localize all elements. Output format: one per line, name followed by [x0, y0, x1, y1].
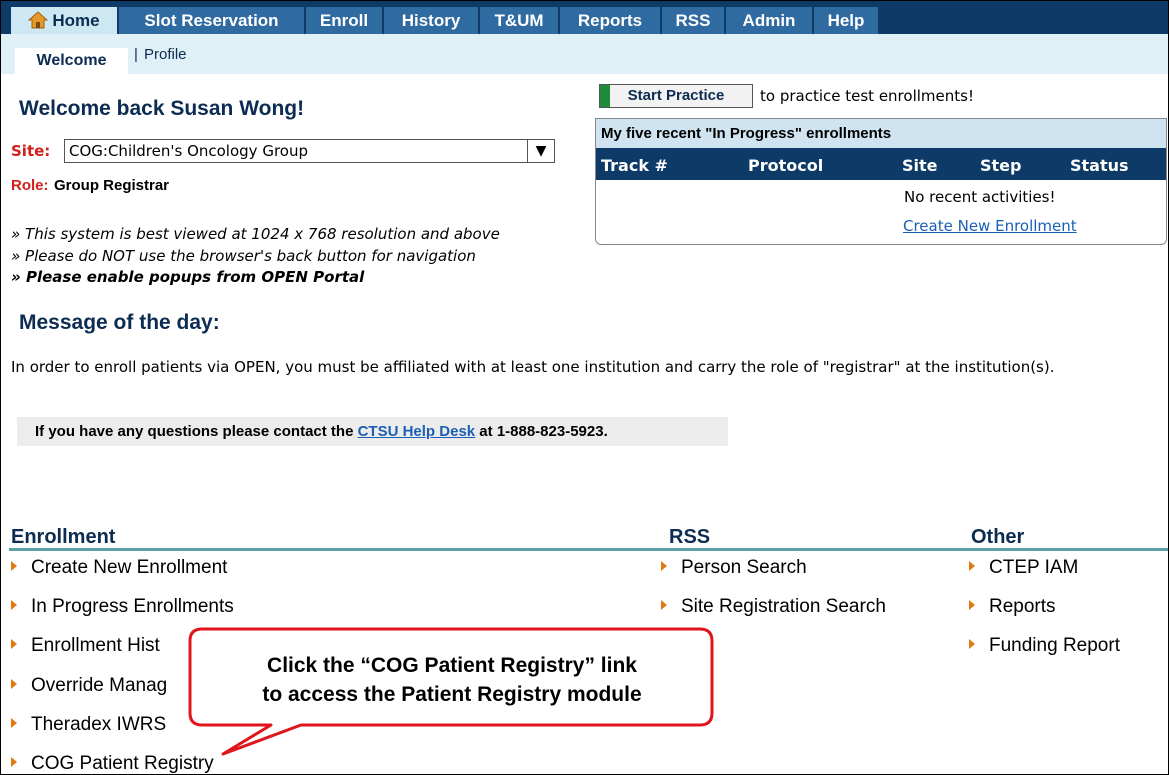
- link-enrollment-history[interactable]: Enrollment Hist: [11, 635, 160, 657]
- link-create-new-enrollment[interactable]: Create New Enrollment: [11, 557, 227, 579]
- subtab-profile[interactable]: Profile: [144, 46, 187, 63]
- motd-heading: Message of the day:: [19, 311, 220, 334]
- link-in-progress-enrollments[interactable]: In Progress Enrollments: [11, 596, 234, 618]
- recent-enrollments-title: My five recent "In Progress" enrollments: [596, 119, 1166, 148]
- column-track: Track #: [601, 156, 668, 175]
- recent-enrollments-header: Track # Protocol Site Step Status: [596, 148, 1166, 180]
- callout-line-1: Click the “COG Patient Registry” link: [267, 654, 637, 677]
- welcome-heading: Welcome back Susan Wong!: [19, 97, 305, 120]
- link-ctep-iam[interactable]: CTEP IAM: [969, 557, 1078, 579]
- bullet-icon: [11, 600, 17, 610]
- tab-admin[interactable]: Admin: [726, 7, 812, 34]
- bullet-icon: [969, 600, 975, 610]
- subtab-welcome[interactable]: Welcome: [15, 48, 128, 74]
- start-practice-button[interactable]: Start Practice: [599, 84, 753, 108]
- create-new-enrollment-link[interactable]: Create New Enrollment: [903, 217, 1077, 235]
- site-select-value: COG:Children's Oncology Group: [69, 142, 308, 160]
- link-cog-patient-registry[interactable]: COG Patient Registry: [11, 753, 214, 774]
- recent-enrollments-panel: My five recent "In Progress" enrollments…: [595, 118, 1167, 245]
- practice-description: to practice test enrollments!: [760, 87, 974, 105]
- note-resolution: » This system is best viewed at 1024 x 7…: [11, 225, 500, 243]
- link-site-registration-search[interactable]: Site Registration Search: [661, 596, 886, 618]
- tab-tum[interactable]: T&UM: [480, 7, 558, 34]
- link-reports[interactable]: Reports: [969, 596, 1056, 618]
- column-step: Step: [980, 156, 1022, 175]
- sub-navigation: Welcome | Profile: [1, 34, 1168, 74]
- bullet-icon: [661, 561, 667, 571]
- tab-rss[interactable]: RSS: [662, 7, 724, 34]
- section-title-enrollment: Enrollment: [11, 526, 116, 548]
- page-frame: Home Slot Reservation Enroll History T&U…: [0, 0, 1169, 775]
- link-override-management[interactable]: Override Manag: [11, 675, 167, 697]
- section-divider: [9, 548, 1168, 551]
- column-protocol: Protocol: [748, 156, 824, 175]
- column-status: Status: [1070, 156, 1129, 175]
- motd-body: In order to enroll patients via OPEN, yo…: [11, 358, 1055, 376]
- bullet-icon: [11, 679, 17, 689]
- bullet-icon: [661, 600, 667, 610]
- bullet-icon: [11, 639, 17, 649]
- top-navigation: Home Slot Reservation Enroll History T&U…: [1, 1, 1168, 34]
- role-label: Role:: [11, 177, 49, 194]
- section-title-other: Other: [971, 526, 1025, 548]
- home-icon: [28, 10, 49, 37]
- tab-enroll[interactable]: Enroll: [306, 7, 382, 34]
- column-site: Site: [902, 156, 938, 175]
- help-contact-box: If you have any questions please contact…: [17, 417, 728, 446]
- tab-reports[interactable]: Reports: [560, 7, 660, 34]
- tab-history[interactable]: History: [384, 7, 478, 34]
- bullet-icon: [11, 561, 17, 571]
- chevron-down-icon[interactable]: ▼: [527, 140, 554, 162]
- callout-line-2: to access the Patient Registry module: [262, 683, 642, 706]
- ctsu-help-desk-link[interactable]: CTSU Help Desk: [358, 423, 476, 440]
- callout-text: Click the “COG Patient Registry” link to…: [187, 651, 717, 709]
- site-label: Site:: [11, 142, 51, 160]
- tab-slot-reservation[interactable]: Slot Reservation: [119, 7, 304, 34]
- bullet-icon: [11, 757, 17, 767]
- link-funding-report[interactable]: Funding Report: [969, 635, 1120, 657]
- tab-help[interactable]: Help: [814, 7, 878, 34]
- recent-empty-message: No recent activities!: [904, 188, 1056, 206]
- link-person-search[interactable]: Person Search: [661, 557, 807, 579]
- role-value: Group Registrar: [54, 177, 170, 194]
- help-contact-text: If you have any questions please contact…: [35, 423, 608, 440]
- bullet-icon: [969, 639, 975, 649]
- bullet-icon: [969, 561, 975, 571]
- site-select[interactable]: COG:Children's Oncology Group ▼: [64, 139, 555, 163]
- tab-home[interactable]: Home: [11, 7, 117, 34]
- subtab-separator: |: [134, 46, 138, 63]
- bullet-icon: [11, 718, 17, 728]
- section-title-rss: RSS: [669, 526, 711, 548]
- link-theradex-iwrs[interactable]: Theradex IWRS: [11, 714, 166, 736]
- note-popups: » Please enable popups from OPEN Portal: [11, 268, 365, 286]
- note-back-button: » Please do NOT use the browser's back b…: [11, 247, 476, 265]
